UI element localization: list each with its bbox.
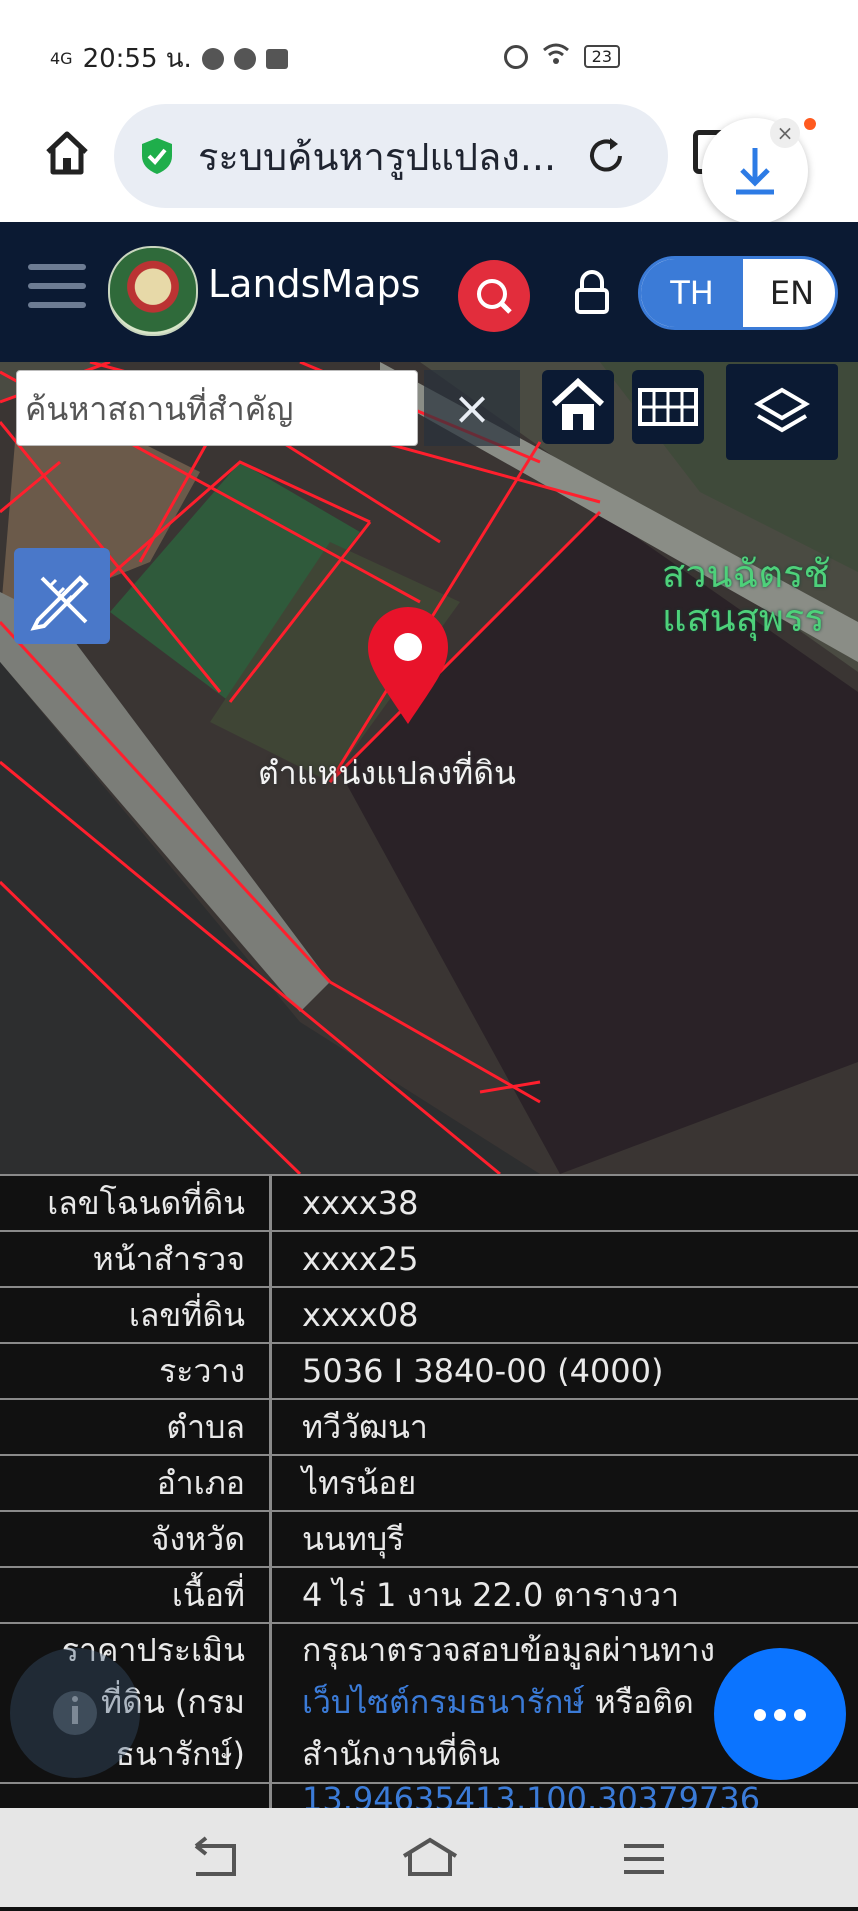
more-dots-icon — [754, 1709, 766, 1721]
home-nav-icon[interactable] — [402, 1837, 458, 1876]
row-value: xxxx38 — [302, 1184, 419, 1222]
lang-en-button[interactable]: EN — [743, 259, 835, 327]
url-text: ระบบค้นหารูปแปลง... — [198, 135, 557, 179]
row-label: เนื้อที่ — [0, 1568, 272, 1624]
row-label: เลขโฉนดที่ดิน — [0, 1176, 272, 1232]
row-value: xxxx25 — [302, 1240, 419, 1278]
table-row: หน้าสำรวจ xxxx25 — [0, 1230, 858, 1288]
row-value: ทวีวัฒนา — [302, 1408, 428, 1446]
table-row: เลขโฉนดที่ดิน xxxx38 — [0, 1174, 858, 1232]
table-row: เนื้อที่ 4 ไร่ 1 งาน 22.0 ตารางวา — [0, 1566, 858, 1624]
chat-button[interactable] — [714, 1648, 846, 1780]
back-icon[interactable] — [194, 1836, 236, 1876]
site-header: LandsMaps TH EN — [0, 222, 858, 362]
home-icon[interactable] — [40, 126, 94, 180]
search-icon — [477, 279, 512, 314]
pencil-ruler-icon — [30, 575, 89, 631]
map-grid-button[interactable] — [632, 370, 704, 444]
table-row: จังหวัด นนทบุรี — [0, 1510, 858, 1568]
table-row: อำเภอ ไทรน้อย — [0, 1454, 858, 1512]
map-search-input[interactable]: ค้นหาสถานที่สำคัญ — [16, 370, 418, 446]
row-label: อำเภอ — [0, 1456, 272, 1512]
browser-toolbar: ระบบค้นหารูปแปลง... × — [0, 104, 858, 224]
map-layers-button[interactable] — [726, 364, 838, 460]
battery-icon: 23 — [583, 45, 620, 68]
alarm-icon — [503, 44, 528, 69]
row-value: ไทรน้อย — [302, 1464, 417, 1502]
signal-icon: 4G — [50, 49, 73, 68]
row-label: ตำบล — [0, 1400, 272, 1456]
row-label: เลขที่ดิน — [0, 1288, 272, 1344]
brand-name: LandsMaps — [208, 262, 421, 306]
table-row: 13.94635413,100.30379736 — [0, 1782, 858, 1808]
address-bar[interactable]: ระบบค้นหารูปแปลง... — [114, 104, 668, 208]
table-row: ตำบล ทวีวัฒนา — [0, 1398, 858, 1456]
table-row: เลขที่ดิน xxxx08 — [0, 1286, 858, 1344]
close-icon[interactable]: × — [770, 118, 800, 148]
lock-icon[interactable] — [572, 268, 612, 318]
row-value: กรุณาตรวจสอบข้อมูลผ่านทาง เว็บไซต์กรมธนา… — [302, 1631, 716, 1773]
draw-tool-button[interactable] — [14, 548, 110, 644]
messenger-icon — [201, 47, 224, 70]
notification-dot — [804, 118, 816, 130]
recents-icon[interactable] — [624, 1844, 664, 1874]
row-value: 4 ไร่ 1 งาน 22.0 ตารางวา — [302, 1576, 680, 1614]
menu-icon[interactable] — [28, 264, 86, 310]
table-row: ระวาง 5036 I 3840-00 (4000) — [0, 1342, 858, 1400]
row-value: 5036 I 3840-00 (4000) — [302, 1352, 664, 1390]
reload-icon[interactable] — [584, 134, 628, 178]
house-icon — [551, 377, 605, 430]
layers-icon — [754, 387, 810, 433]
row-label: จังหวัด — [0, 1512, 272, 1568]
row-value: xxxx08 — [302, 1296, 419, 1334]
status-time: 20:55 น. — [82, 44, 192, 74]
status-bar: 4G 20:55 น. 23 — [0, 0, 858, 104]
language-toggle[interactable]: TH EN — [638, 256, 838, 330]
map-search-clear-button[interactable]: × — [424, 370, 520, 446]
place-label: สวนฉัตรชั แสนสุพรร — [662, 552, 830, 640]
map-home-button[interactable] — [542, 370, 614, 444]
pin-label: ตำแหน่งแปลงที่ดิน — [258, 754, 516, 792]
info-button[interactable] — [10, 1648, 140, 1778]
row-label — [0, 1784, 272, 1808]
wifi-icon — [542, 42, 570, 71]
row-label: หน้าสำรวจ — [0, 1232, 272, 1288]
lang-th-button[interactable]: TH — [641, 259, 743, 327]
info-icon — [53, 1691, 97, 1735]
system-nav-bar — [0, 1808, 858, 1907]
search-button[interactable] — [458, 260, 530, 332]
row-value: นนทบุรี — [302, 1520, 405, 1558]
grid-icon — [638, 388, 698, 426]
mail-icon — [265, 48, 288, 69]
line-icon — [233, 47, 256, 70]
treasury-link[interactable]: เว็บไซต์กรมธนารักษ์ — [302, 1683, 585, 1721]
logo — [108, 246, 198, 336]
shield-check-icon — [140, 136, 174, 176]
coords-link[interactable]: 13.94635413,100.30379736 — [272, 1783, 760, 1808]
row-label: ระวาง — [0, 1344, 272, 1400]
map-view[interactable]: ค้นหาสถานที่สำคัญ × ตำแหน่งแปลงที่ดิน สว… — [0, 362, 858, 1174]
